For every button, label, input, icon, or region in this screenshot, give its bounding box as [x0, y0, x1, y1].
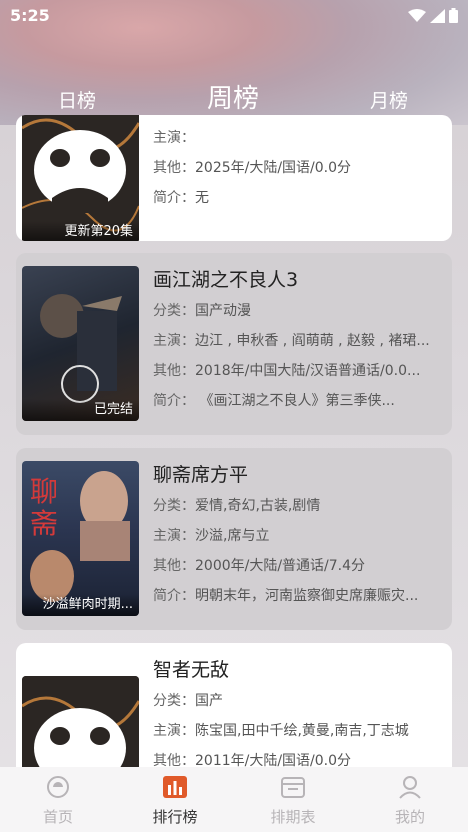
nav-schedule[interactable]: 排期表	[253, 775, 333, 827]
other-label: 其他：	[153, 363, 195, 379]
category-value: 爱情,奇幻,古装,剧情	[195, 498, 321, 514]
home-icon	[47, 776, 69, 798]
category-value: 国产动漫	[195, 303, 251, 319]
category-label: 分类：	[153, 498, 195, 514]
nav-rank-label: 排行榜	[152, 808, 198, 826]
cast-label: 主演：	[153, 333, 195, 349]
category-value: 国产	[195, 693, 223, 709]
poster-badge: 沙溢鲜肉时期...	[22, 594, 139, 616]
item-title: 智者无敌	[153, 659, 230, 681]
other-label: 其他：	[153, 160, 195, 176]
other-row: 其他：2000年/大陆/普通话/7.4分	[153, 551, 446, 581]
intro-row: 简介：明朝末年，河南监察御史席廉赈灾...	[153, 581, 446, 611]
other-value: 2018年/中国大陆/汉语普通话/0.0...	[195, 363, 421, 379]
poster-image: 已完结	[22, 266, 139, 421]
cast-label: 主演：	[153, 528, 195, 544]
intro-label: 简介：	[153, 393, 195, 409]
category-label: 分类：	[153, 303, 195, 319]
poster-image: 聊 斋 沙溢鲜肉时期...	[22, 461, 139, 616]
intro-row: 简介： 《画江湖之不良人》第三季侠...	[153, 386, 446, 416]
item-title: 画江湖之不良人3	[153, 269, 299, 291]
svg-text:聊: 聊	[30, 476, 58, 508]
poster-art: 聊 斋	[30, 471, 130, 602]
other-row: 其他：2018年/中国大陆/汉语普通话/0.0...	[153, 356, 446, 386]
intro-label: 简介：	[153, 190, 195, 206]
category-label: 分类：	[153, 693, 195, 709]
item-info: 画江湖之不良人3 分类：国产动漫 主演：边江 , 申秋香 , 阎萌萌 , 赵毅 …	[153, 265, 446, 416]
other-label: 其他：	[153, 558, 195, 574]
nav-schedule-label: 排期表	[270, 808, 316, 826]
nav-rank[interactable]: 排行榜	[135, 775, 215, 827]
tab-day[interactable]: 日榜	[58, 86, 96, 113]
other-row: 其他：2025年/大陆/国语/0.0分	[153, 153, 446, 183]
list-item[interactable]: 智者无敌 分类：国产 主演：陈宝国,田中千绘,黄曼,南吉,丁志城 其他：2011…	[16, 643, 452, 783]
wifi-icon	[408, 8, 426, 22]
category-row: 分类：爱情,奇幻,古装,剧情	[153, 491, 446, 521]
intro-value: 《画江湖之不良人》第三季侠...	[195, 393, 395, 409]
intro-label: 简介：	[153, 588, 195, 604]
other-value: 2000年/大陆/普通话/7.4分	[195, 558, 366, 574]
cast-value: 边江 , 申秋香 , 阎萌萌 , 赵毅 , 褚珺...	[195, 333, 430, 349]
item-title: 聊斋席方平	[153, 464, 249, 486]
svg-text:斋: 斋	[30, 508, 58, 540]
category-row: 分类：国产动漫	[153, 296, 446, 326]
item-info: 智者无敌 分类：国产 主演：陈宝国,田中千绘,黄曼,南吉,丁志城 其他：2011…	[153, 655, 446, 776]
intro-row: 简介：无	[153, 183, 446, 213]
cast-row: 主演：沙溢,席与立	[153, 521, 446, 551]
bottom-nav: 首页 排行榜 排期表 我的	[0, 767, 468, 832]
calendar-icon	[281, 777, 305, 798]
cast-row: 主演：陈宝国,田中千绘,黄曼,南吉,丁志城	[153, 716, 446, 746]
cast-label: 主演：	[153, 130, 195, 146]
nav-home-label: 首页	[42, 808, 73, 826]
cast-label: 主演：	[153, 723, 195, 739]
nav-home[interactable]: 首页	[18, 775, 98, 827]
user-icon	[399, 776, 421, 799]
item-info: 主演： 其他：2025年/大陆/国语/0.0分 简介：无	[153, 123, 446, 213]
status-bar: 5:25	[0, 0, 468, 32]
intro-value: 无	[195, 190, 209, 206]
ranking-tabs: 日榜 周榜 月榜	[0, 70, 468, 122]
tab-week[interactable]: 周榜	[207, 78, 259, 115]
nav-mine[interactable]: 我的	[370, 775, 450, 827]
cast-value: 沙溢,席与立	[195, 528, 270, 544]
item-info: 聊斋席方平 分类：爱情,奇幻,古装,剧情 主演：沙溢,席与立 其他：2000年/…	[153, 460, 446, 611]
cast-row: 主演：边江 , 申秋香 , 阎萌萌 , 赵毅 , 褚珺...	[153, 326, 446, 356]
signal-icon	[430, 8, 445, 23]
ranking-icon	[163, 776, 187, 798]
poster-image: 更新第20集	[22, 115, 139, 241]
other-value: 2025年/大陆/国语/0.0分	[195, 160, 352, 176]
poster-badge: 已完结	[22, 399, 139, 421]
tab-month[interactable]: 月榜	[370, 86, 408, 113]
status-time: 5:25	[10, 6, 50, 25]
nav-mine-label: 我的	[394, 808, 425, 826]
category-row: 分类：国产	[153, 686, 446, 716]
list-item[interactable]: 已完结 画江湖之不良人3 分类：国产动漫 主演：边江 , 申秋香 , 阎萌萌 ,…	[16, 253, 452, 435]
intro-value: 明朝末年，河南监察御史席廉赈灾...	[195, 588, 419, 604]
cast-value: 陈宝国,田中千绘,黄曼,南吉,丁志城	[195, 723, 409, 739]
list-item[interactable]: 聊 斋 沙溢鲜肉时期... 聊斋席方平 分类：爱情,奇幻,古装,剧情 主演：沙溢…	[16, 448, 452, 630]
poster-badge: 更新第20集	[22, 221, 139, 241]
battery-icon	[449, 8, 458, 23]
cast-row: 主演：	[153, 123, 446, 153]
list-item[interactable]: 更新第20集 主演： 其他：2025年/大陆/国语/0.0分 简介：无	[16, 115, 452, 241]
poster-art	[40, 294, 122, 403]
status-icons	[408, 8, 458, 23]
